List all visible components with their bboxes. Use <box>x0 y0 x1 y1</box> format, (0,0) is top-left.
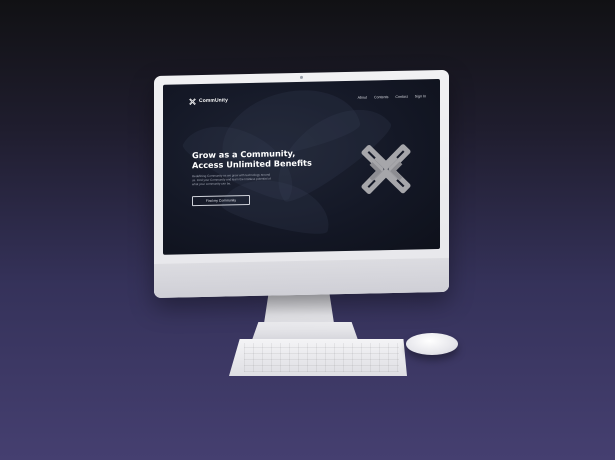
nav-links: About Contents Contact Sign In <box>358 94 426 99</box>
mouse <box>406 333 458 355</box>
find-my-community-button[interactable]: Find my Community <box>192 194 250 207</box>
scene: CommUnity About Contents Contact Sign In… <box>0 0 615 460</box>
website-screen: CommUnity About Contents Contact Sign In… <box>163 79 440 255</box>
monitor-stand-base <box>252 322 358 340</box>
hero-title: Grow as a Community, Access Unlimited Be… <box>192 148 332 170</box>
nav-link-contents[interactable]: Contents <box>374 95 388 99</box>
hero-description: Redefining Community as we grow with tec… <box>192 172 271 186</box>
brand-name: CommUnity <box>199 97 228 105</box>
nav-link-contact[interactable]: Contact <box>395 95 407 99</box>
nav-link-sign-in[interactable]: Sign In <box>415 94 426 98</box>
brand[interactable]: CommUnity <box>189 97 228 105</box>
camera-icon <box>300 75 303 79</box>
monitor-chin <box>154 257 449 298</box>
keyboard <box>229 339 407 376</box>
interlocked-chain-icon <box>189 97 196 105</box>
nav-link-about[interactable]: About <box>358 96 367 100</box>
imac-monitor: CommUnity About Contents Contact Sign In… <box>154 69 449 298</box>
keyboard-keys <box>244 343 399 372</box>
interlocked-chain-logo <box>361 144 411 194</box>
